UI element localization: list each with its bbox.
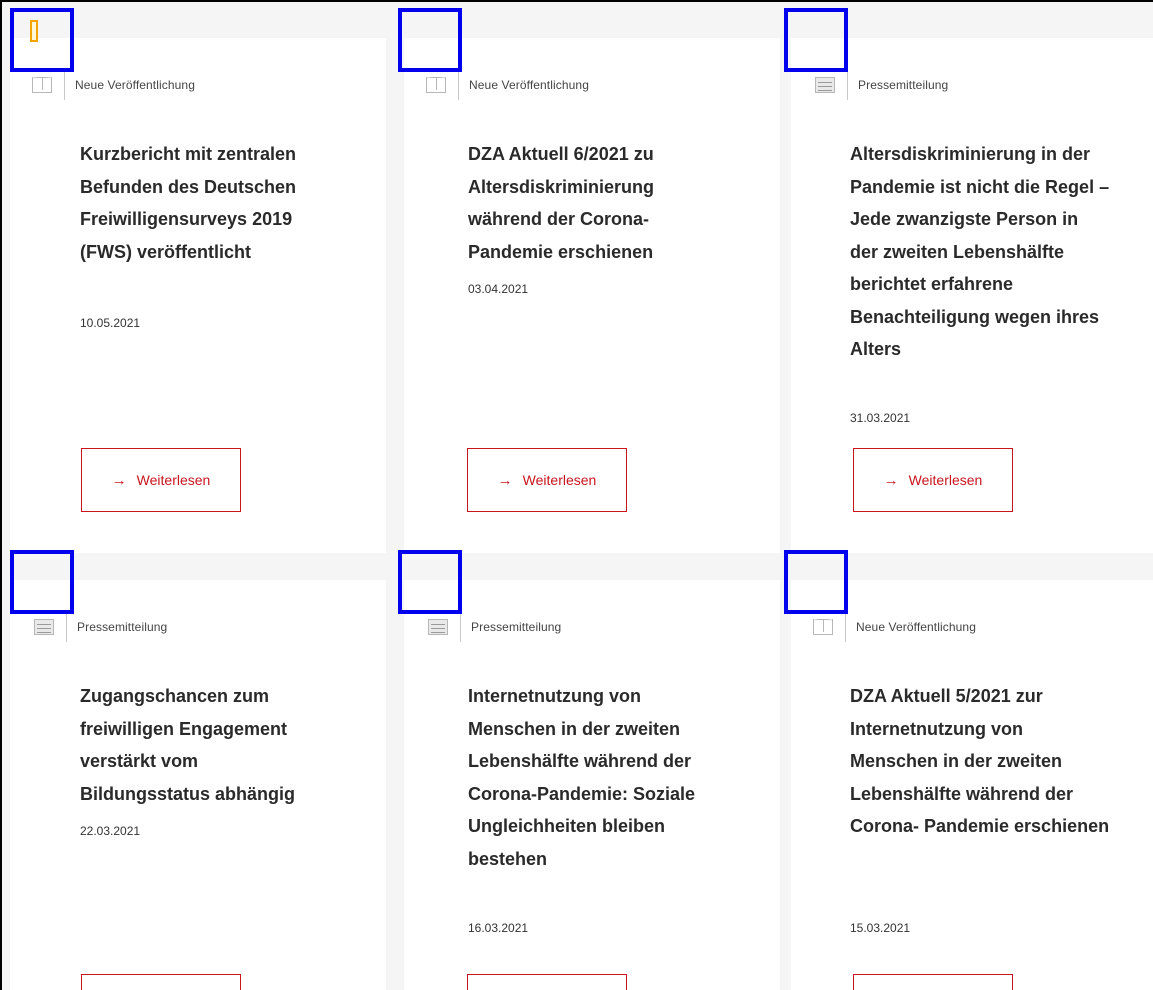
meta-divider [845,612,846,642]
meta-divider [66,612,67,642]
card-type: Pressemitteilung [858,78,949,92]
meta-divider [458,70,459,100]
news-card: Pressemitteilung Altersdiskriminierung i… [791,38,1153,553]
arrow-right-icon: → [883,471,899,489]
card-title[interactable]: DZA Aktuell 5/2021 zur Internetnutzung v… [850,680,1110,843]
card-date: 10.05.2021 [80,316,141,330]
book-icon [32,77,52,93]
card-title[interactable]: Internetnutzung von Menschen in der zwei… [468,680,718,875]
meta-divider [460,612,461,642]
read-more-button[interactable]: → Weiterlesen [467,448,627,512]
read-more-button[interactable]: → Weiterlesen [81,448,241,512]
card-meta: Pressemitteilung [32,612,167,642]
card-meta: Neue Veröffentlichung [813,612,976,642]
card-meta: Neue Veröffentlichung [426,70,589,100]
news-grid: Neue Veröffentlichung Kurzbericht mit ze… [2,2,1153,990]
book-icon [813,619,833,635]
card-date: 15.03.2021 [850,921,911,935]
book-icon [426,77,446,93]
card-title[interactable]: DZA Aktuell 6/2021 zu Altersdiskriminier… [468,138,718,268]
card-type: Pressemitteilung [471,620,562,634]
document-icon [815,77,835,93]
read-more-button[interactable]: → Weiterlesen [853,974,1013,990]
card-title[interactable]: Kurzbericht mit zentralen Befunden des D… [80,138,330,268]
card-type: Neue Veröffentlichung [856,620,976,634]
card-date: 22.03.2021 [80,824,141,838]
arrow-right-icon: → [111,471,127,489]
news-card: Neue Veröffentlichung Kurzbericht mit ze… [10,38,386,553]
meta-divider [64,70,65,100]
arrow-right-icon: → [497,471,513,489]
card-type: Neue Veröffentlichung [75,78,195,92]
card-meta: Neue Veröffentlichung [32,70,195,100]
read-more-label: Weiterlesen [522,472,597,488]
document-icon [428,619,448,635]
card-meta: Pressemitteilung [426,612,561,642]
document-icon [34,619,54,635]
card-title[interactable]: Altersdiskriminierung in der Pandemie is… [850,138,1110,366]
news-card: Pressemitteilung Zugangschancen zum frei… [10,580,386,990]
card-type: Neue Veröffentlichung [469,78,589,92]
news-card: Neue Veröffentlichung DZA Aktuell 5/2021… [791,580,1153,990]
read-more-button[interactable]: → Weiterlesen [467,974,627,990]
meta-divider [847,70,848,100]
news-card: Pressemitteilung Internetnutzung von Men… [404,580,780,990]
read-more-label: Weiterlesen [136,472,211,488]
card-date: 03.04.2021 [468,282,529,296]
news-card: Neue Veröffentlichung DZA Aktuell 6/2021… [404,38,780,553]
bookmark-icon [30,20,38,42]
card-date: 16.03.2021 [468,921,529,935]
read-more-button[interactable]: → Weiterlesen [853,448,1013,512]
read-more-label: Weiterlesen [908,472,983,488]
read-more-button[interactable]: → Weiterlesen [81,974,241,990]
card-meta: Pressemitteilung [813,70,948,100]
card-date: 31.03.2021 [850,411,911,425]
card-title[interactable]: Zugangschancen zum freiwilligen Engageme… [80,680,330,810]
card-type: Pressemitteilung [77,620,168,634]
